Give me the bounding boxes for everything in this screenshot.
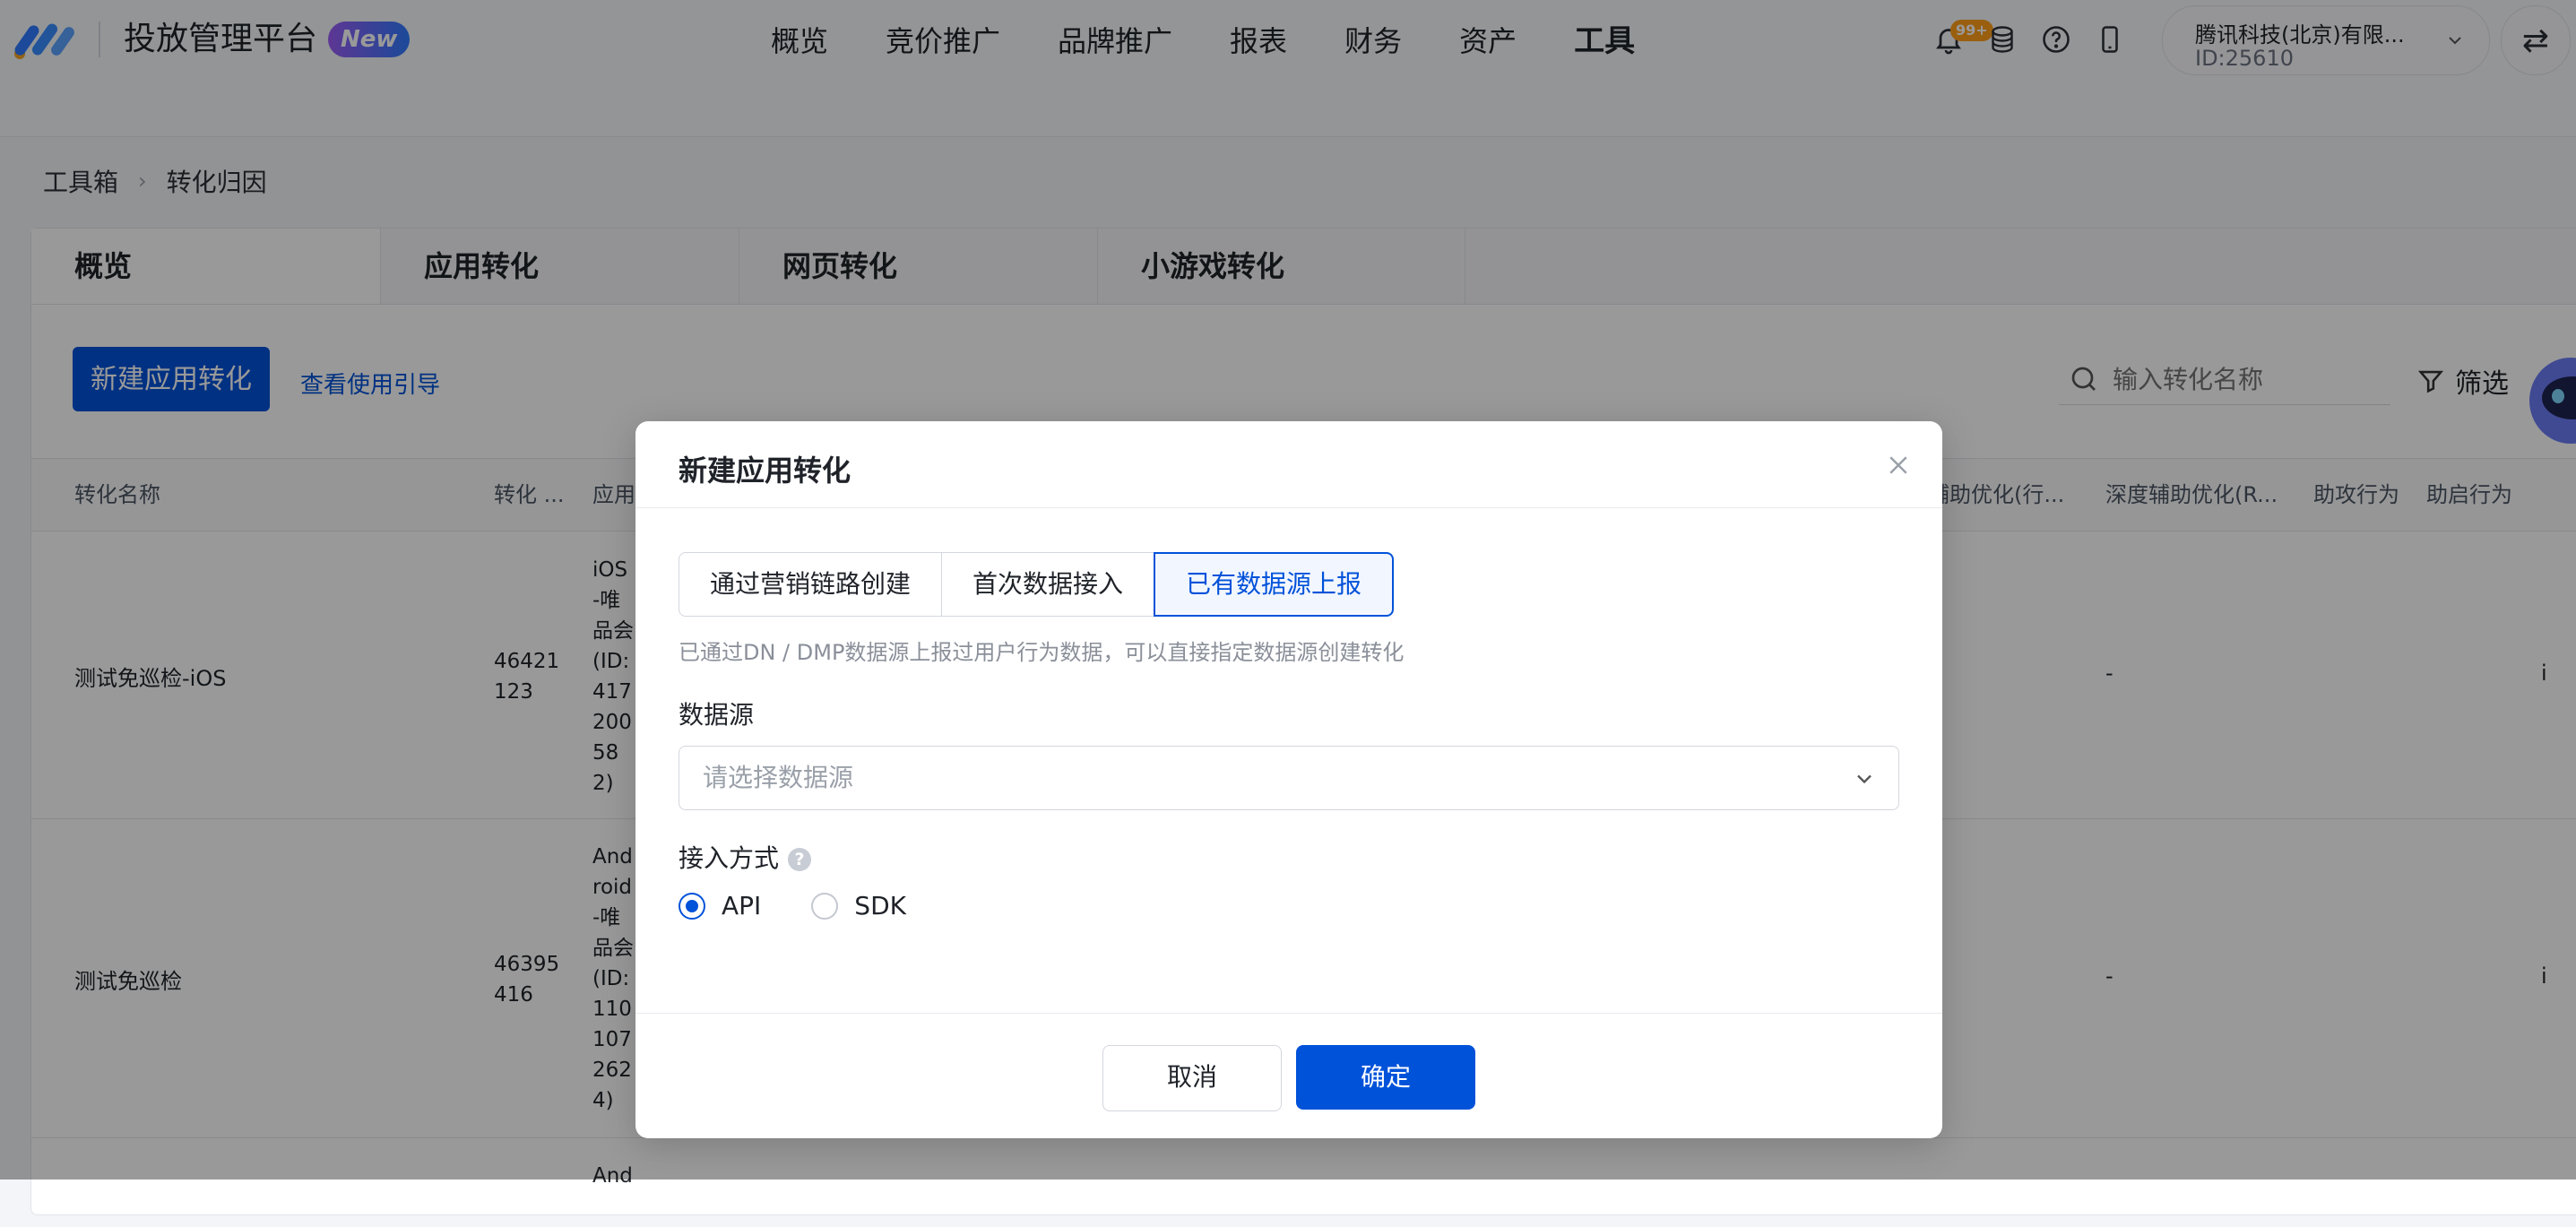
segment-marketing-link[interactable]: 通过营销链路创建 [679, 552, 943, 617]
close-icon[interactable] [1885, 452, 1912, 479]
chevron-down-icon [1857, 774, 1871, 784]
dialog-header-divider [635, 507, 1942, 508]
radio-sdk-label: SDK [854, 891, 906, 920]
radio-unchecked-icon [811, 892, 839, 920]
confirm-button[interactable]: 确定 [1296, 1045, 1475, 1110]
datasource-label: 数据源 [679, 700, 755, 730]
access-method-label-row: 接入方式? [679, 839, 812, 875]
radio-checked-icon [679, 892, 705, 920]
segment-hint-text: 已通过DN / DMP数据源上报过用户行为数据，可以直接指定数据源创建转化 [679, 640, 1405, 665]
access-method-radio-group: API SDK [679, 891, 956, 920]
creation-method-segmented: 通过营销链路创建 首次数据接入 已有数据源上报 [679, 552, 1395, 617]
cancel-button[interactable]: 取消 [1102, 1045, 1282, 1111]
question-icon[interactable]: ? [788, 848, 812, 871]
new-app-conversion-dialog: 新建应用转化 通过营销链路创建 首次数据接入 已有数据源上报 已通过DN / D… [635, 421, 1942, 1138]
radio-api-label: API [722, 891, 762, 920]
datasource-placeholder: 请选择数据源 [703, 763, 854, 792]
datasource-select[interactable]: 请选择数据源 [679, 746, 1899, 810]
radio-api[interactable]: API [679, 891, 761, 920]
segment-first-data-access[interactable]: 首次数据接入 [941, 552, 1155, 617]
segment-existing-datasource[interactable]: 已有数据源上报 [1154, 552, 1395, 617]
radio-sdk[interactable]: SDK [811, 891, 906, 920]
dialog-footer-divider [635, 1013, 1942, 1014]
access-method-label: 接入方式 [679, 843, 780, 873]
dialog-title: 新建应用转化 [679, 454, 851, 488]
